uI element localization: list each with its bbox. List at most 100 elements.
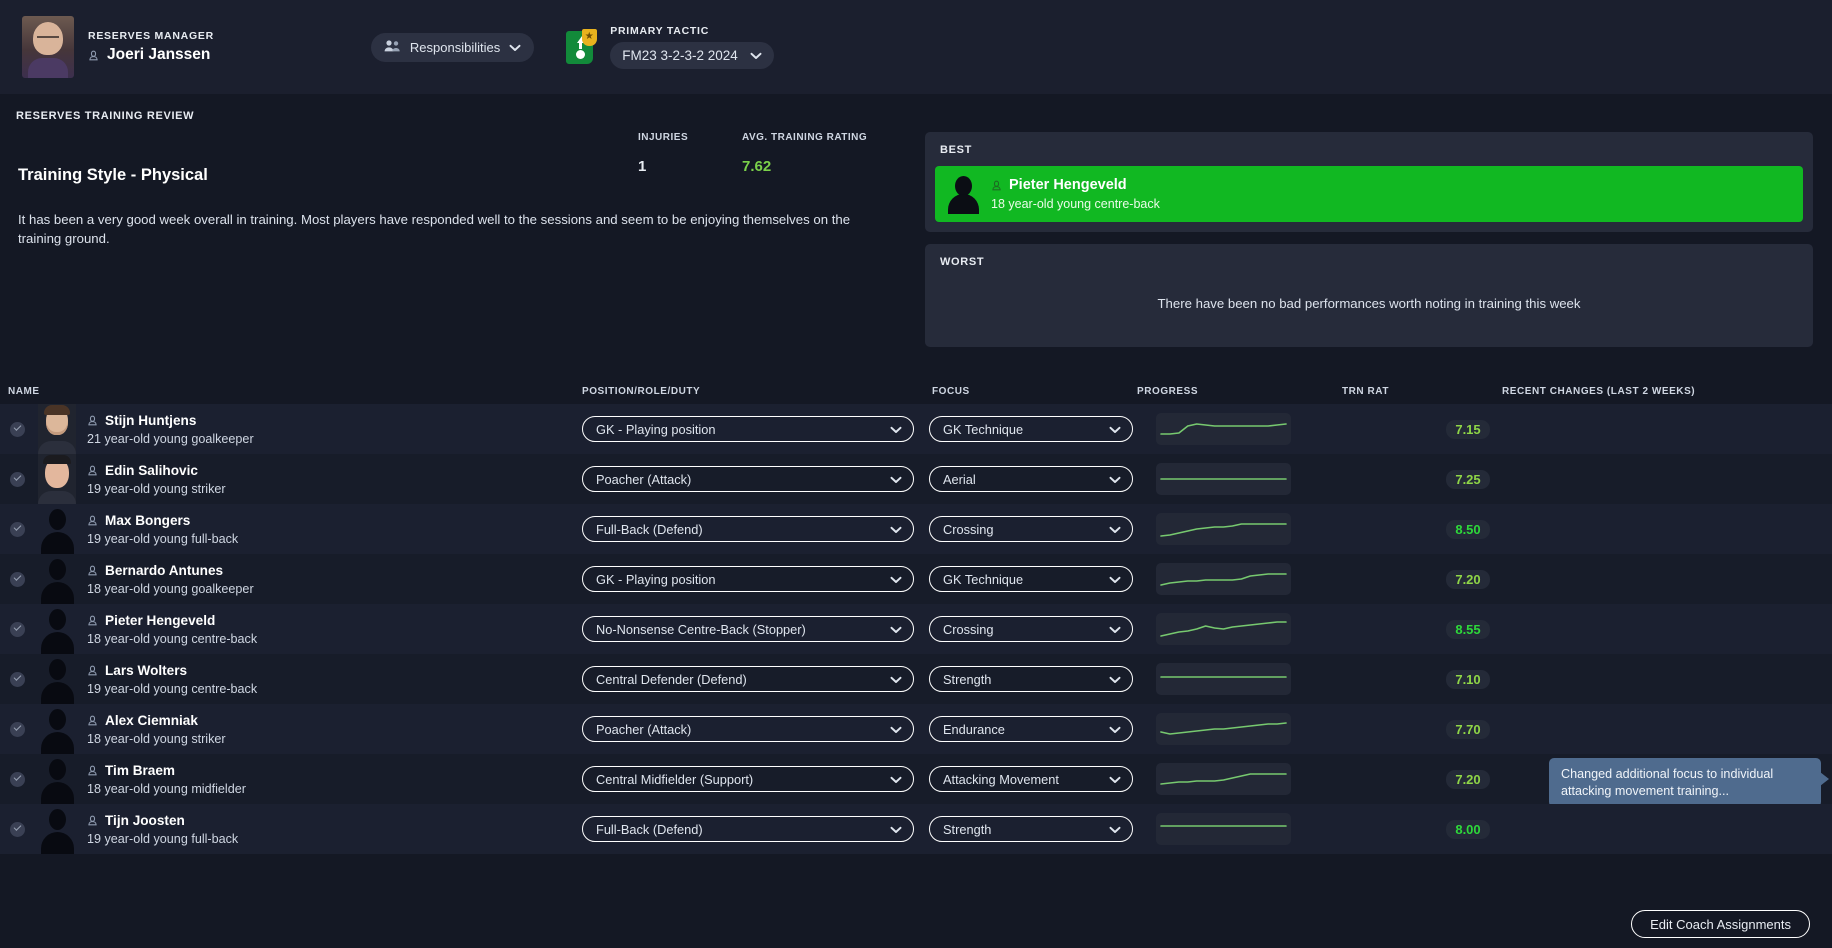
position-select[interactable]: Poacher (Attack) — [582, 716, 914, 742]
table-row[interactable]: Max Bongers 19 year-old young full-back Fu… — [0, 504, 1832, 554]
table-row[interactable]: Edin Salihovic 19 year-old young striker P… — [0, 454, 1832, 504]
table-row[interactable]: Stijn Huntjens 21 year-old young goalkeep… — [0, 404, 1832, 454]
check-circle-icon[interactable] — [10, 671, 25, 687]
stat-avg-training-rating: AVG. TRAINING RATING 7.62 — [742, 132, 867, 175]
player-name[interactable]: Stijn Huntjens — [105, 413, 196, 428]
column-header-position[interactable]: POSITION/ROLE/DUTY — [582, 386, 932, 397]
table-row[interactable]: Bernardo Antunes 18 year-old young goalke… — [0, 554, 1832, 604]
player-name-cell[interactable]: Max Bongers 19 year-old young full-back — [0, 504, 582, 554]
player-name[interactable]: Max Bongers — [105, 513, 190, 528]
column-header-trn-rat[interactable]: TRN RAT — [1342, 386, 1502, 397]
focus-select[interactable]: Strength — [929, 666, 1133, 692]
best-player-banner[interactable]: Pieter Hengeveld 18 year-old young centr… — [935, 166, 1803, 222]
recent-changes-cell — [1544, 504, 1832, 554]
focus-value: Aerial — [943, 471, 976, 487]
recent-changes-cell — [1544, 554, 1832, 604]
player-name[interactable]: Lars Wolters — [105, 663, 187, 678]
responsibilities-button[interactable]: Responsibilities — [370, 32, 535, 62]
column-header-progress[interactable]: PROGRESS — [1137, 386, 1342, 397]
position-select[interactable]: Full-Back (Defend) — [582, 516, 914, 542]
avatar — [38, 404, 76, 454]
column-header-name[interactable]: NAME — [0, 386, 582, 397]
worst-heading: WORST — [940, 256, 985, 268]
player-name-cell[interactable]: Pieter Hengeveld 18 year-old young centre… — [0, 604, 582, 654]
trn-rat-value: 7.10 — [1446, 669, 1490, 689]
focus-select[interactable]: Attacking Movement — [929, 766, 1133, 792]
check-circle-icon[interactable] — [10, 421, 25, 437]
player-name[interactable]: Tijn Joosten — [105, 813, 185, 828]
player-name[interactable]: Edin Salihovic — [105, 463, 198, 478]
position-select[interactable]: GK - Playing position — [582, 416, 914, 442]
player-name-cell[interactable]: Alex Ciemniak 18 year-old young striker — [0, 704, 582, 754]
focus-select[interactable]: Endurance — [929, 716, 1133, 742]
focus-select[interactable]: Aerial — [929, 466, 1133, 492]
table-row[interactable]: Tim Braem 18 year-old young midfielder Cen… — [0, 754, 1832, 808]
primary-tactic-block: PRIMARY TACTIC FM23 3-2-3-2 2024 — [566, 25, 774, 69]
stat-label: INJURIES — [638, 132, 689, 143]
trn-rat-cell: 8.50 — [1392, 519, 1544, 539]
position-select[interactable]: No-Nonsense Centre-Back (Stopper) — [582, 616, 914, 642]
trn-rat-cell: 7.10 — [1392, 669, 1544, 689]
check-circle-icon[interactable] — [10, 471, 25, 487]
primary-tactic-select[interactable]: FM23 3-2-3-2 2024 — [610, 42, 774, 69]
position-role-duty-cell: Central Defender (Defend) — [582, 666, 914, 692]
focus-select[interactable]: Strength — [929, 816, 1133, 842]
person-icon — [87, 615, 98, 626]
table-row[interactable]: Pieter Hengeveld 18 year-old young centre… — [0, 604, 1832, 654]
position-select[interactable]: Poacher (Attack) — [582, 466, 914, 492]
focus-select[interactable]: Crossing — [929, 516, 1133, 542]
player-name[interactable]: Tim Braem — [105, 763, 175, 778]
focus-select[interactable]: GK Technique — [929, 416, 1133, 442]
review-panel-title: RESERVES TRAINING REVIEW — [16, 110, 195, 122]
chevron-down-icon — [890, 572, 902, 587]
player-name-cell[interactable]: Stijn Huntjens 21 year-old young goalkeep… — [0, 404, 582, 454]
position-value: Full-Back (Defend) — [596, 821, 703, 837]
position-value: Central Midfielder (Support) — [596, 771, 754, 787]
check-circle-icon[interactable] — [10, 821, 25, 837]
player-name[interactable]: Alex Ciemniak — [105, 713, 198, 728]
position-select[interactable]: Full-Back (Defend) — [582, 816, 914, 842]
table-row[interactable]: Tijn Joosten 19 year-old young full-back F… — [0, 804, 1832, 854]
best-player-name[interactable]: Pieter Hengeveld — [1009, 177, 1127, 193]
best-player-subtitle: 18 year-old young centre-back — [991, 197, 1160, 211]
chevron-down-icon — [509, 40, 521, 55]
column-header-recent-changes[interactable]: RECENT CHANGES (LAST 2 WEEKS) — [1502, 386, 1822, 397]
person-icon — [88, 50, 99, 61]
position-select[interactable]: Central Midfielder (Support) — [582, 766, 914, 792]
focus-cell: GK Technique — [929, 416, 1133, 442]
player-name-cell[interactable]: Lars Wolters 19 year-old young centre-bac… — [0, 654, 582, 704]
player-name-cell[interactable]: Tim Braem 18 year-old young midfielder — [0, 754, 582, 804]
check-circle-icon[interactable] — [10, 721, 25, 737]
edit-coach-assignments-button[interactable]: Edit Coach Assignments — [1631, 910, 1810, 938]
table-row[interactable]: Alex Ciemniak 18 year-old young striker Po… — [0, 704, 1832, 754]
player-name-cell[interactable]: Bernardo Antunes 18 year-old young goalke… — [0, 554, 582, 604]
manager-role-label: RESERVES MANAGER — [88, 30, 214, 42]
position-role-duty-cell: Full-Back (Defend) — [582, 516, 914, 542]
position-select[interactable]: Central Defender (Defend) — [582, 666, 914, 692]
focus-select[interactable]: GK Technique — [929, 566, 1133, 592]
player-name-cell[interactable]: Edin Salihovic 19 year-old young striker — [0, 454, 582, 504]
player-subtitle: 19 year-old young full-back — [87, 831, 239, 846]
table-row[interactable]: Lars Wolters 19 year-old young centre-bac… — [0, 654, 1832, 704]
person-icon — [87, 565, 98, 576]
position-role-duty-cell: GK - Playing position — [582, 416, 914, 442]
avatar — [38, 504, 76, 554]
focus-select[interactable]: Crossing — [929, 616, 1133, 642]
manager-avatar — [22, 16, 74, 78]
check-circle-icon[interactable] — [10, 771, 25, 787]
player-name-cell[interactable]: Tijn Joosten 19 year-old young full-back — [0, 804, 582, 854]
trn-rat-cell: 7.70 — [1392, 719, 1544, 739]
column-header-focus[interactable]: FOCUS — [932, 386, 1137, 397]
check-circle-icon[interactable] — [10, 521, 25, 537]
check-circle-icon[interactable] — [10, 571, 25, 587]
player-name[interactable]: Pieter Hengeveld — [105, 613, 215, 628]
focus-value: Strength — [943, 671, 992, 687]
player-name[interactable]: Bernardo Antunes — [105, 563, 223, 578]
check-circle-icon[interactable] — [10, 621, 25, 637]
position-role-duty-cell: Poacher (Attack) — [582, 466, 914, 492]
avatar — [38, 454, 76, 504]
player-subtitle: 18 year-old young midfielder — [87, 781, 246, 796]
person-icon — [991, 180, 1002, 191]
best-heading: BEST — [940, 144, 972, 156]
position-select[interactable]: GK - Playing position — [582, 566, 914, 592]
